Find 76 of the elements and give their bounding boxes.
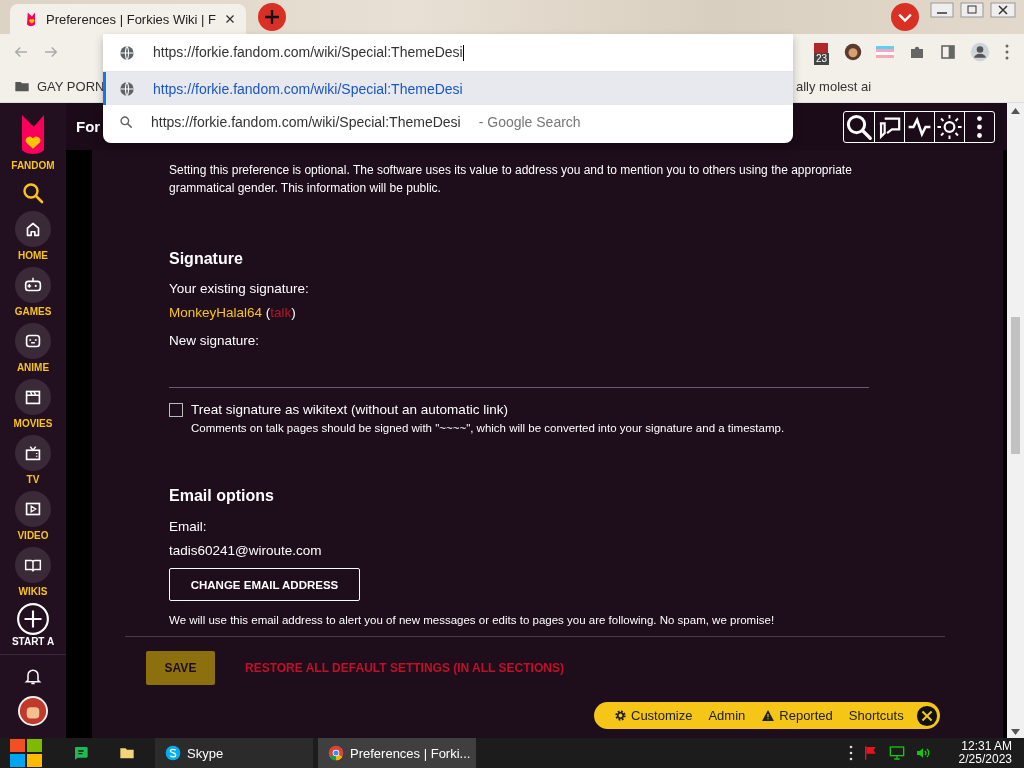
field-label: New signature:: [169, 333, 261, 348]
sidebar-link[interactable]: VIDEO: [15, 491, 51, 541]
checkbox[interactable]: [169, 402, 183, 417]
chevron-down-icon[interactable]: [891, 3, 919, 31]
logo-text: FANDOM: [11, 160, 55, 171]
sidebar-link[interactable]: TV: [15, 435, 51, 485]
minimize-icon[interactable]: [930, 2, 954, 18]
help-text: We will use this email address to alert you of new messages or edits to pages you are following. No spam, we promise!: [169, 614, 776, 626]
globe-icon: [119, 44, 135, 61]
scroll-down-icon[interactable]: [1011, 729, 1020, 735]
bookmark[interactable]: GAY PORN: [14, 78, 105, 94]
suggestion-item[interactable]: https://forkie.fandom.com/wiki/Special:ThemeDesi - Google Search: [103, 105, 793, 138]
side-panel-icon[interactable]: [940, 44, 956, 60]
plus-circle-icon: [16, 602, 50, 636]
gear-icon: [614, 709, 627, 722]
sidebar-link[interactable]: GAMES: [14, 267, 52, 317]
sun-icon[interactable]: [934, 111, 964, 142]
close-icon[interactable]: [224, 13, 236, 25]
skype-icon: [165, 745, 181, 761]
windows-logo-icon[interactable]: [10, 739, 42, 767]
monitor-icon[interactable]: [888, 745, 905, 761]
search-icon: [119, 114, 133, 129]
face-icon: [15, 323, 51, 359]
avatar-icon[interactable]: [18, 696, 48, 726]
bookmark[interactable]: ally molest ai: [796, 78, 872, 94]
more-dots-icon[interactable]: [848, 745, 853, 761]
book-icon: [15, 547, 51, 583]
search-icon[interactable]: [21, 181, 45, 205]
toolbar-button[interactable]: Admin: [700, 702, 754, 729]
sidebar-link[interactable]: ANIME: [15, 323, 51, 373]
sidebar-link[interactable]: HOME: [15, 211, 51, 261]
home-icon: [15, 211, 51, 247]
change-email-button[interactable]: CHANGE EMAIL ADDRESS: [169, 568, 360, 601]
chat-icon[interactable]: [73, 745, 89, 761]
sidebar-link[interactable]: MOVIES: [13, 379, 53, 429]
field-label: Email:: [169, 519, 208, 534]
taskbar-app[interactable]: Preferences | Forki...: [318, 738, 476, 768]
signature-preview: MonkeyHalal64 (talk): [169, 305, 297, 320]
clapperboard-icon: [15, 379, 51, 415]
gamepad-icon: [15, 267, 51, 303]
chrome-icon: [328, 745, 344, 761]
section-heading: Signature: [169, 250, 244, 268]
flame-icon: [24, 11, 38, 27]
profile-icon[interactable]: [970, 42, 990, 62]
help-text: Comments on talk pages should be signed with "~~~~", which will be converted into your signature and a timestamp.: [191, 422, 786, 434]
toolbar-button[interactable]: Shortcuts: [840, 702, 912, 729]
save-button[interactable]: SAVE: [146, 651, 215, 685]
tv-icon: [15, 435, 51, 471]
help-text: Setting this preference is optional. The software uses its value to address you and to mention you to others using the appropriate grammatical gender. This information will be public.: [169, 162, 853, 197]
taskbar-app[interactable]: Skype: [155, 738, 313, 768]
close-window-icon[interactable]: [990, 2, 1016, 18]
close-icon[interactable]: [915, 704, 938, 727]
suggestion-item[interactable]: https://forkie.fandom.com/wiki/Special:ThemeDesi: [103, 72, 793, 105]
scroll-up-icon[interactable]: [1011, 108, 1020, 114]
field-label: Your existing signature:: [169, 281, 310, 296]
clock[interactable]: 12:31 AM 2/25/2023: [958, 740, 1012, 766]
email-text: tadis60241@wiroute.com: [169, 543, 323, 558]
browser-tab[interactable]: Preferences | Forkies Wiki | F: [10, 4, 246, 34]
user-link[interactable]: MonkeyHalal64: [169, 305, 263, 320]
maximize-icon[interactable]: [960, 2, 984, 18]
avatar-icon[interactable]: [844, 43, 862, 61]
new-tab-icon[interactable]: [258, 3, 286, 31]
globe-icon: [119, 80, 135, 97]
warning-icon: [761, 709, 776, 722]
folder-icon[interactable]: [118, 745, 136, 761]
toolbar-button[interactable]: Customize: [606, 702, 701, 729]
toolbar-button[interactable]: Reported: [753, 702, 841, 729]
menu-dots-icon[interactable]: [1004, 43, 1010, 61]
wiki-title[interactable]: For: [76, 118, 101, 135]
sidebar-link[interactable]: WIKIS: [15, 547, 51, 597]
play-icon: [15, 491, 51, 527]
checkbox-label[interactable]: Treat signature as wikitext (without an automatic link): [191, 402, 508, 417]
scrollbar-thumb[interactable]: [1011, 317, 1020, 454]
flag-icon[interactable]: [862, 745, 879, 761]
start-wiki-link[interactable]: START A: [11, 602, 55, 647]
section-heading: Email options: [169, 487, 275, 505]
